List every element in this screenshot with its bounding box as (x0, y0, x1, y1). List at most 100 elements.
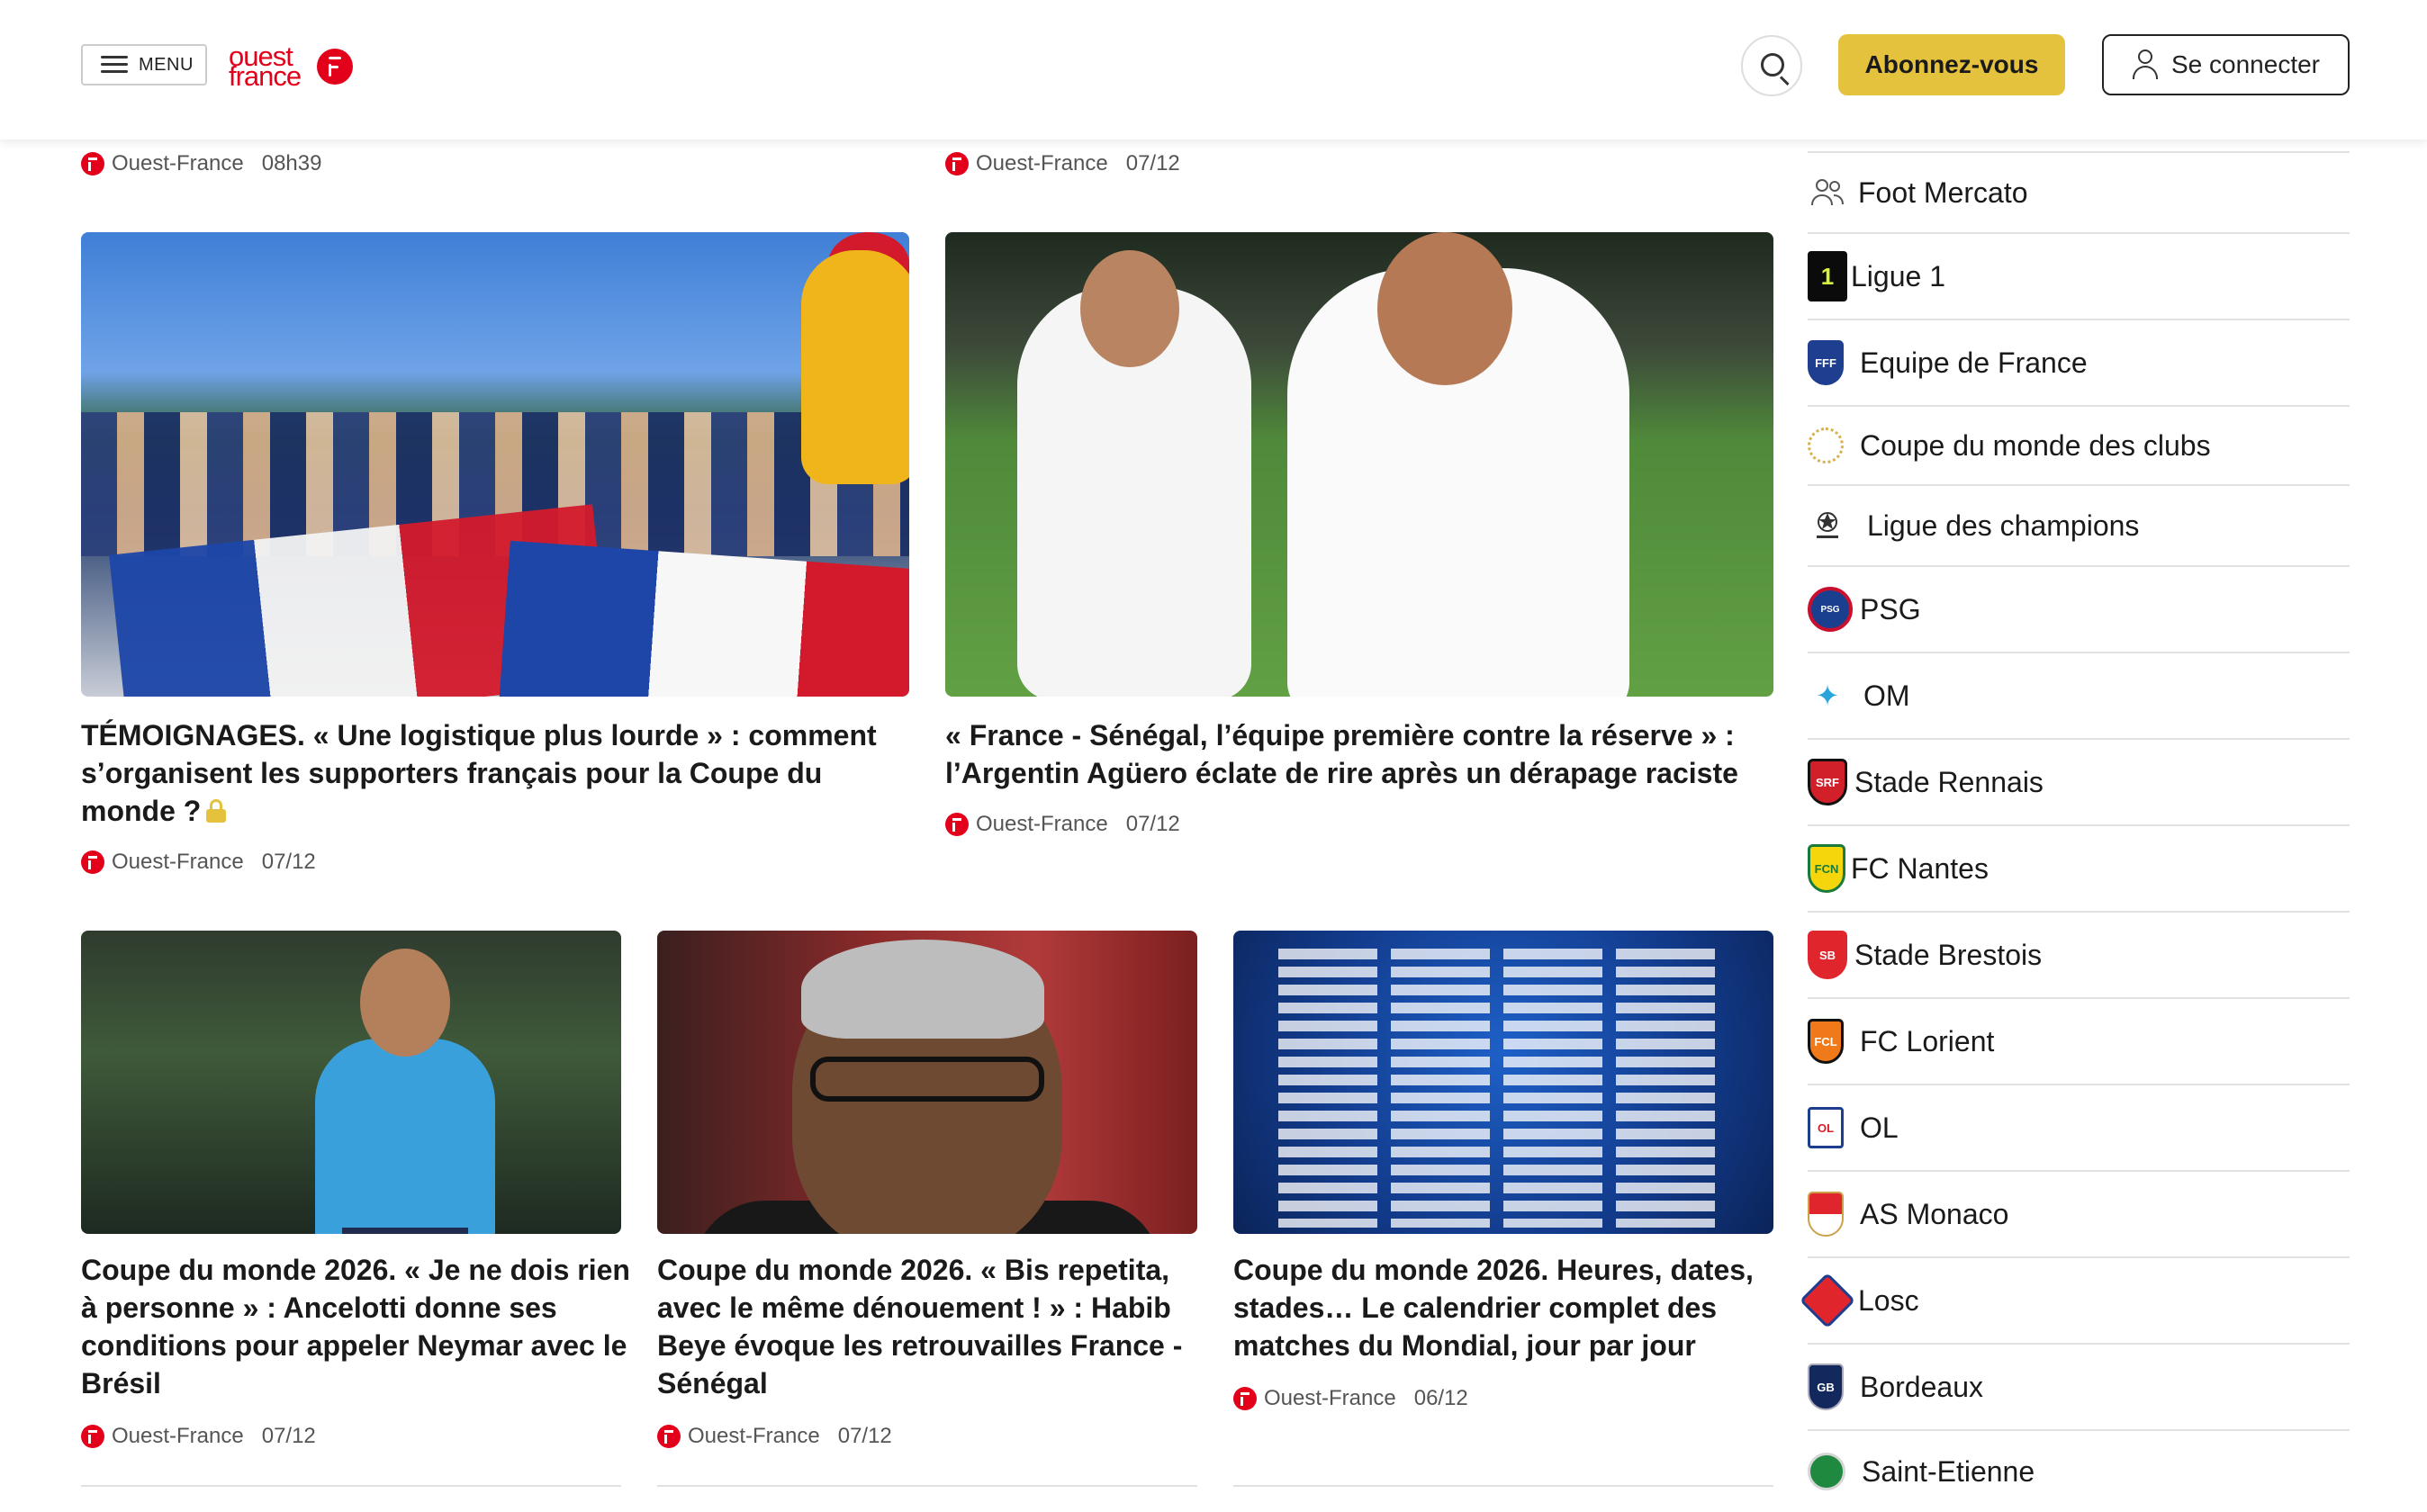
sidebar-item-label: Saint-Etienne (1862, 1454, 2035, 1488)
users-icon (1808, 170, 1847, 215)
article-source[interactable]: Ouest-France (1264, 1386, 1396, 1411)
fff-crest-icon: FFF (1808, 340, 1844, 385)
logo-mark-icon (317, 49, 353, 85)
article-source[interactable]: Ouest-France (112, 151, 244, 176)
article-time: 06/12 (1413, 1386, 1468, 1410)
article-meta: Ouest-France 07/12 (81, 1424, 316, 1449)
sidebar-item-fc-nantes[interactable]: FCN FC Nantes (1808, 826, 2350, 913)
article-time: 08h39 (261, 151, 322, 176)
article-meta: Ouest-France 07/12 (945, 812, 1180, 837)
sidebar-item-saint-etienne[interactable]: Saint-Etienne (1808, 1431, 2350, 1512)
article-time: 07/12 (261, 1424, 316, 1448)
divider (657, 1485, 1197, 1487)
sidebar-item-label: Ligue 1 (1851, 259, 1945, 292)
article-source[interactable]: Ouest-France (976, 151, 1108, 176)
sidebar-item-label: Bordeaux (1860, 1370, 1983, 1403)
article-source[interactable]: Ouest-France (688, 1424, 820, 1449)
article-meta: Ouest-France 06/12 (1233, 1386, 1468, 1411)
article-source[interactable]: Ouest-France (976, 812, 1108, 837)
article-time: 07/12 (837, 1424, 892, 1448)
sidebar-item-fc-lorient[interactable]: FCL FC Lorient (1808, 999, 2350, 1085)
sidebar-item-foot-mercato[interactable]: Foot Mercato (1808, 153, 2350, 234)
sidebar-item-label: FC Nantes (1851, 851, 1989, 885)
sidebar-item-label: OL (1860, 1111, 1899, 1144)
sidebar-item-label: Equipe de France (1860, 346, 2088, 379)
sidebar-item-equipe-de-france[interactable]: FFF Equipe de France (1808, 320, 2350, 407)
monaco-crest-icon (1808, 1192, 1844, 1237)
sidebar-item-om[interactable]: ✦ OM (1808, 653, 2350, 740)
user-icon (2132, 50, 2159, 80)
article-thumbnail-supporters[interactable] (81, 232, 909, 697)
sidebar-item-label: PSG (1860, 592, 1921, 626)
ouest-france-logo[interactable]: ouest france (229, 40, 353, 92)
sidebar-item-ligue-des-champions[interactable]: Ligue des champions (1808, 486, 2350, 567)
login-button[interactable]: Se connecter (2102, 34, 2350, 95)
article-title[interactable]: Coupe du monde 2026. Heures, dates, stad… (1233, 1251, 1782, 1364)
sidebar-item-label: Coupe du monde des clubs (1860, 428, 2211, 462)
sidebar-item-label: AS Monaco (1860, 1197, 2009, 1230)
brest-crest-icon: SB (1808, 931, 1847, 979)
sidebar-item-label: Stade Rennais (1854, 765, 2044, 798)
article-thumbnail-world-cup-draw[interactable] (1233, 931, 1773, 1234)
menu-button[interactable]: MENU (81, 44, 207, 86)
logo-text: ouest france (229, 40, 302, 92)
ouest-france-source-icon (81, 1425, 104, 1448)
hamburger-icon (101, 56, 128, 74)
sidebar-item-psg[interactable]: PSG PSG (1808, 567, 2350, 653)
article-time: 07/12 (1125, 151, 1180, 176)
ligue1-logo-icon: 1 (1808, 251, 1847, 302)
subscribe-button[interactable]: Abonnez-vous (1838, 34, 2065, 95)
ouest-france-source-icon (81, 850, 104, 874)
lorient-crest-icon: FCL (1808, 1019, 1844, 1064)
sidebar-item-stade-brestois[interactable]: SB Stade Brestois (1808, 913, 2350, 999)
sidebar-item-label: FC Lorient (1860, 1024, 1995, 1058)
article-thumbnail-habib-beye[interactable] (657, 931, 1197, 1234)
ouest-france-source-icon (81, 152, 104, 176)
article-source[interactable]: Ouest-France (112, 850, 244, 875)
ouest-france-source-icon (945, 813, 969, 836)
article-title[interactable]: Coupe du monde 2026. « Je ne dois rien à… (81, 1251, 630, 1402)
sidebar-item-label: OM (1863, 679, 1910, 712)
sidebar-item-bordeaux[interactable]: GB Bordeaux (1808, 1345, 2350, 1431)
site-header: MENU ouest france Abonnez-vous Se connec… (0, 0, 2427, 140)
sidebar-item-losc[interactable]: Losc (1799, 1258, 2350, 1345)
ouest-france-source-icon (945, 152, 969, 176)
search-button[interactable] (1741, 35, 1802, 96)
rennes-crest-icon: SRF (1808, 759, 1847, 806)
premium-lock-icon (206, 799, 227, 823)
om-crest-icon: ✦ (1815, 680, 1840, 712)
sidebar-item-coupe-du-monde-des-clubs[interactable]: Coupe du monde des clubs (1808, 407, 2350, 486)
article-title[interactable]: Coupe du monde 2026. « Bis repetita, ave… (657, 1251, 1206, 1402)
article-meta: Ouest-France 07/12 (81, 850, 316, 875)
divider (1233, 1485, 1773, 1487)
article-title[interactable]: TÉMOIGNAGES. « Une logistique plus lourd… (81, 716, 918, 830)
article-title[interactable]: « France - Sénégal, l’équipe première co… (945, 716, 1782, 792)
ouest-france-source-icon (1233, 1387, 1257, 1410)
bordeaux-crest-icon: GB (1808, 1364, 1844, 1410)
menu-label: MENU (139, 54, 194, 75)
sidebar-item-label: Foot Mercato (1858, 176, 2028, 209)
article-meta: Ouest-France 07/12 (657, 1424, 892, 1449)
psg-crest-icon: PSG (1808, 587, 1853, 632)
article-source[interactable]: Ouest-France (112, 1424, 244, 1449)
sidebar-item-ligue-1[interactable]: 1 Ligue 1 (1808, 234, 2350, 320)
search-icon (1761, 53, 1784, 76)
article-time: 07/12 (1125, 812, 1180, 836)
ol-crest-icon: OL (1808, 1107, 1844, 1148)
sidebar-item-as-monaco[interactable]: AS Monaco (1808, 1172, 2350, 1258)
champions-league-icon (1808, 503, 1847, 548)
sidebar-item-stade-rennais[interactable]: SRF Stade Rennais (1808, 740, 2350, 826)
login-label: Se connecter (2171, 50, 2320, 78)
losc-crest-icon (1799, 1272, 1856, 1329)
divider (81, 1485, 621, 1487)
sidebar-item-label: Stade Brestois (1854, 938, 2043, 971)
club-world-cup-icon (1808, 428, 1844, 464)
sidebar-item-label: Ligue des champions (1867, 508, 2140, 542)
article-meta: Ouest-France 07/12 (945, 151, 1180, 176)
sidebar-item-ol[interactable]: OL OL (1808, 1085, 2350, 1172)
article-thumbnail-aguero[interactable] (945, 232, 1773, 697)
article-time: 07/12 (261, 850, 316, 874)
article-thumbnail-neymar[interactable] (81, 931, 621, 1234)
nantes-crest-icon: FCN (1808, 844, 1845, 893)
ouest-france-source-icon (657, 1425, 681, 1448)
